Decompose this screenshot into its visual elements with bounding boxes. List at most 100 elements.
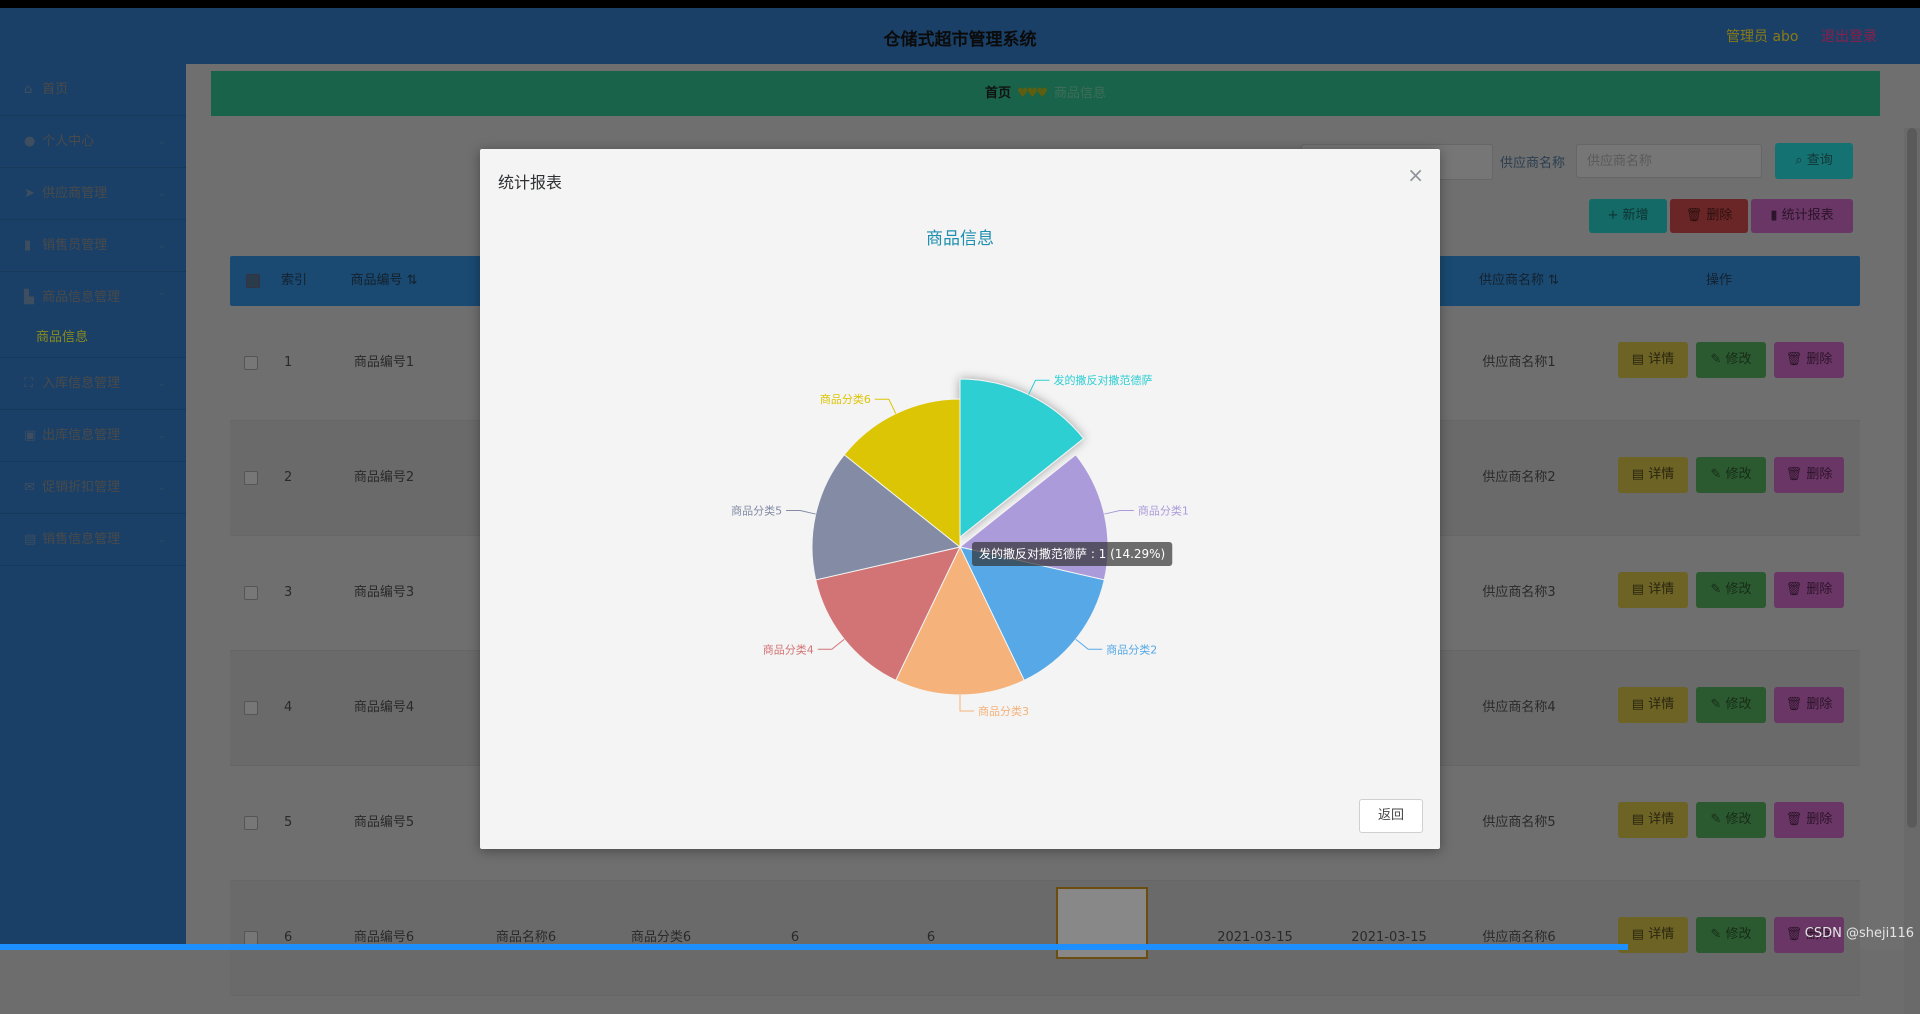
sidebar-item-outbound[interactable]: ▣ 出库信息管理 ⌄ (0, 410, 186, 462)
sidebar-item-label: 销售员管理 (42, 238, 108, 253)
row-delete-button[interactable]: 🗑 删除 (1774, 342, 1844, 378)
cell-supplier: 供应商名称6 (1482, 930, 1556, 945)
detail-button[interactable]: ▤ 详情 (1618, 917, 1688, 953)
sidebar-item-inbound[interactable]: ⛶ 入库信息管理 ⌄ (0, 358, 186, 410)
sidebar-item-label: 促销折扣管理 (42, 480, 121, 495)
document-icon: ▤ (1631, 352, 1645, 367)
delete-button[interactable]: 🗑 删除 (1670, 199, 1748, 233)
supplier-search-input[interactable]: 供应商名称 (1576, 144, 1762, 178)
edit-button[interactable]: ✎ 修改 (1696, 572, 1766, 608)
cell-supplier: 供应商名称5 (1482, 815, 1556, 830)
detail-button[interactable]: ▤ 详情 (1618, 572, 1688, 608)
row-checkbox[interactable] (244, 471, 258, 485)
edit-button[interactable]: ✎ 修改 (1696, 342, 1766, 378)
edit-button[interactable]: ✎ 修改 (1696, 457, 1766, 493)
detail-button[interactable]: ▤ 详情 (1618, 457, 1688, 493)
heart-separator-icon: ♥♥♥ (1017, 86, 1048, 101)
cell-name: 商品名称6 (495, 930, 557, 945)
trash-icon: 🗑 (1785, 352, 1803, 367)
breadcrumb-home[interactable]: 首页 (985, 86, 1011, 101)
sort-icon: ⇅ (1548, 273, 1560, 288)
add-button-label: 新增 (1622, 208, 1649, 223)
app-title: 仓储式超市管理系统 (883, 30, 1037, 50)
pencil-icon: ✎ (1710, 582, 1722, 597)
cell-date2: 2021-03-15 (1351, 930, 1427, 945)
pie-label-line-1 (1104, 510, 1134, 515)
th-supplier[interactable]: 供应商名称 ⇅ (1454, 256, 1584, 306)
chevron-down-icon: ⌄ (157, 534, 166, 545)
cell-code: 商品编号2 (353, 470, 415, 485)
back-button[interactable]: 返回 (1359, 799, 1423, 833)
report-button[interactable]: ▮ 统计报表 (1751, 199, 1853, 233)
row-delete-button[interactable]: 🗑 删除 (1774, 572, 1844, 608)
report-button-label: 统计报表 (1781, 208, 1834, 223)
cell-n2: 6 (926, 930, 936, 945)
cell-category: 商品分类6 (630, 930, 692, 945)
admin-label: 管理员 abo (1726, 29, 1799, 45)
th-ops: 操作 (1705, 273, 1732, 288)
table-row: 6 商品编号6 商品名称6 商品分类6 6 6 2021-03-15 2021-03-15 供应… (230, 881, 1860, 996)
sidebar: ⌂ 首页 ● 个人中心 ⌄ ➤ 供应商管理 ⌄ ▮ 销售员管理 ⌄ ▙ 商品信息管理 ⌃… (0, 64, 186, 950)
cell-supplier: 供应商名称2 (1482, 470, 1556, 485)
edit-button-label: 修改 (1725, 467, 1752, 482)
pie-label-2: 商品分类2 (1106, 642, 1157, 656)
logout-link[interactable]: 退出登录 (1821, 26, 1877, 46)
row-delete-button-label: 删除 (1806, 467, 1833, 482)
pie-label-line-4 (817, 638, 845, 650)
edit-button[interactable]: ✎ 修改 (1696, 802, 1766, 838)
scrollbar[interactable] (1904, 128, 1920, 1014)
row-checkbox[interactable] (244, 816, 258, 830)
chevron-down-icon: ⌄ (157, 378, 166, 389)
row-delete-button[interactable]: 🗑 删除 (1774, 802, 1844, 838)
th-code[interactable]: 商品编号 ⇅ (314, 256, 454, 306)
row-checkbox[interactable] (244, 356, 258, 370)
add-button[interactable]: + 新增 (1589, 199, 1667, 233)
document-icon: ▤ (1631, 812, 1645, 827)
sidebar-subitem-goods-info[interactable]: 商品信息 (0, 323, 186, 358)
sidebar-item-sales[interactable]: ▤ 销售信息管理 ⌄ (0, 514, 186, 566)
plus-icon: + (1607, 208, 1619, 223)
scan-icon: ⛶ (24, 376, 34, 391)
pie-label-6: 商品分类6 (820, 392, 871, 406)
sidebar-item-profile[interactable]: ● 个人中心 ⌄ (0, 116, 186, 168)
pie-chart: 发的撒反对撒范德萨商品分类1 商品分类2 商品分类3 商品分类4 商品分类5 商品分类6 发… (731, 373, 1189, 718)
edit-button-label: 修改 (1725, 697, 1752, 712)
sidebar-item-supplier[interactable]: ➤ 供应商管理 ⌄ (0, 168, 186, 220)
sidebar-item-goods[interactable]: ▙ 商品信息管理 ⌃ (0, 272, 186, 323)
row-delete-button[interactable]: 🗑 删除 (1774, 457, 1844, 493)
query-button-label: 查询 (1806, 153, 1833, 168)
detail-button[interactable]: ▤ 详情 (1618, 802, 1688, 838)
trash-icon: 🗑 (1785, 467, 1803, 482)
cell-date1: 2021-03-15 (1217, 930, 1293, 945)
row-delete-button[interactable]: 🗑 删除 (1774, 687, 1844, 723)
scrollbar-thumb[interactable] (1907, 128, 1917, 828)
row-checkbox[interactable] (244, 586, 258, 600)
select-all-checkbox[interactable] (246, 274, 260, 288)
row-checkbox[interactable] (244, 931, 258, 945)
trash-icon: 🗑 (1785, 927, 1803, 942)
sidebar-item-home[interactable]: ⌂ 首页 (0, 64, 186, 116)
th-code-label: 商品编号 (350, 273, 403, 288)
document-icon: ▤ (1631, 467, 1645, 482)
detail-button[interactable]: ▤ 详情 (1618, 342, 1688, 378)
row-checkbox[interactable] (244, 701, 258, 715)
cell-n1: 6 (790, 930, 800, 945)
detail-button[interactable]: ▤ 详情 (1618, 687, 1688, 723)
sidebar-item-promotion[interactable]: ✉ 促销折扣管理 ⌄ (0, 462, 186, 514)
cell-supplier: 供应商名称4 (1482, 700, 1556, 715)
edit-button[interactable]: ✎ 修改 (1696, 687, 1766, 723)
home-icon: ⌂ (24, 82, 33, 97)
query-button[interactable]: ⌕ 查询 (1775, 143, 1853, 179)
app-header: 仓储式超市管理系统 管理员 abo 退出登录 (0, 8, 1920, 64)
sidebar-item-label: 个人中心 (42, 134, 95, 149)
cell-supplier: 供应商名称3 (1482, 585, 1556, 600)
chevron-down-icon: ⌄ (157, 136, 166, 147)
edit-button[interactable]: ✎ 修改 (1696, 917, 1766, 953)
th-supplier-label: 供应商名称 (1478, 273, 1544, 288)
detail-button-label: 详情 (1648, 812, 1675, 827)
bag-icon: ▤ (24, 532, 37, 547)
sidebar-item-salesman[interactable]: ▮ 销售员管理 ⌄ (0, 220, 186, 272)
trash-icon: 🗑 (1785, 582, 1803, 597)
row-delete-button-label: 删除 (1806, 812, 1833, 827)
detail-button-label: 详情 (1648, 467, 1675, 482)
